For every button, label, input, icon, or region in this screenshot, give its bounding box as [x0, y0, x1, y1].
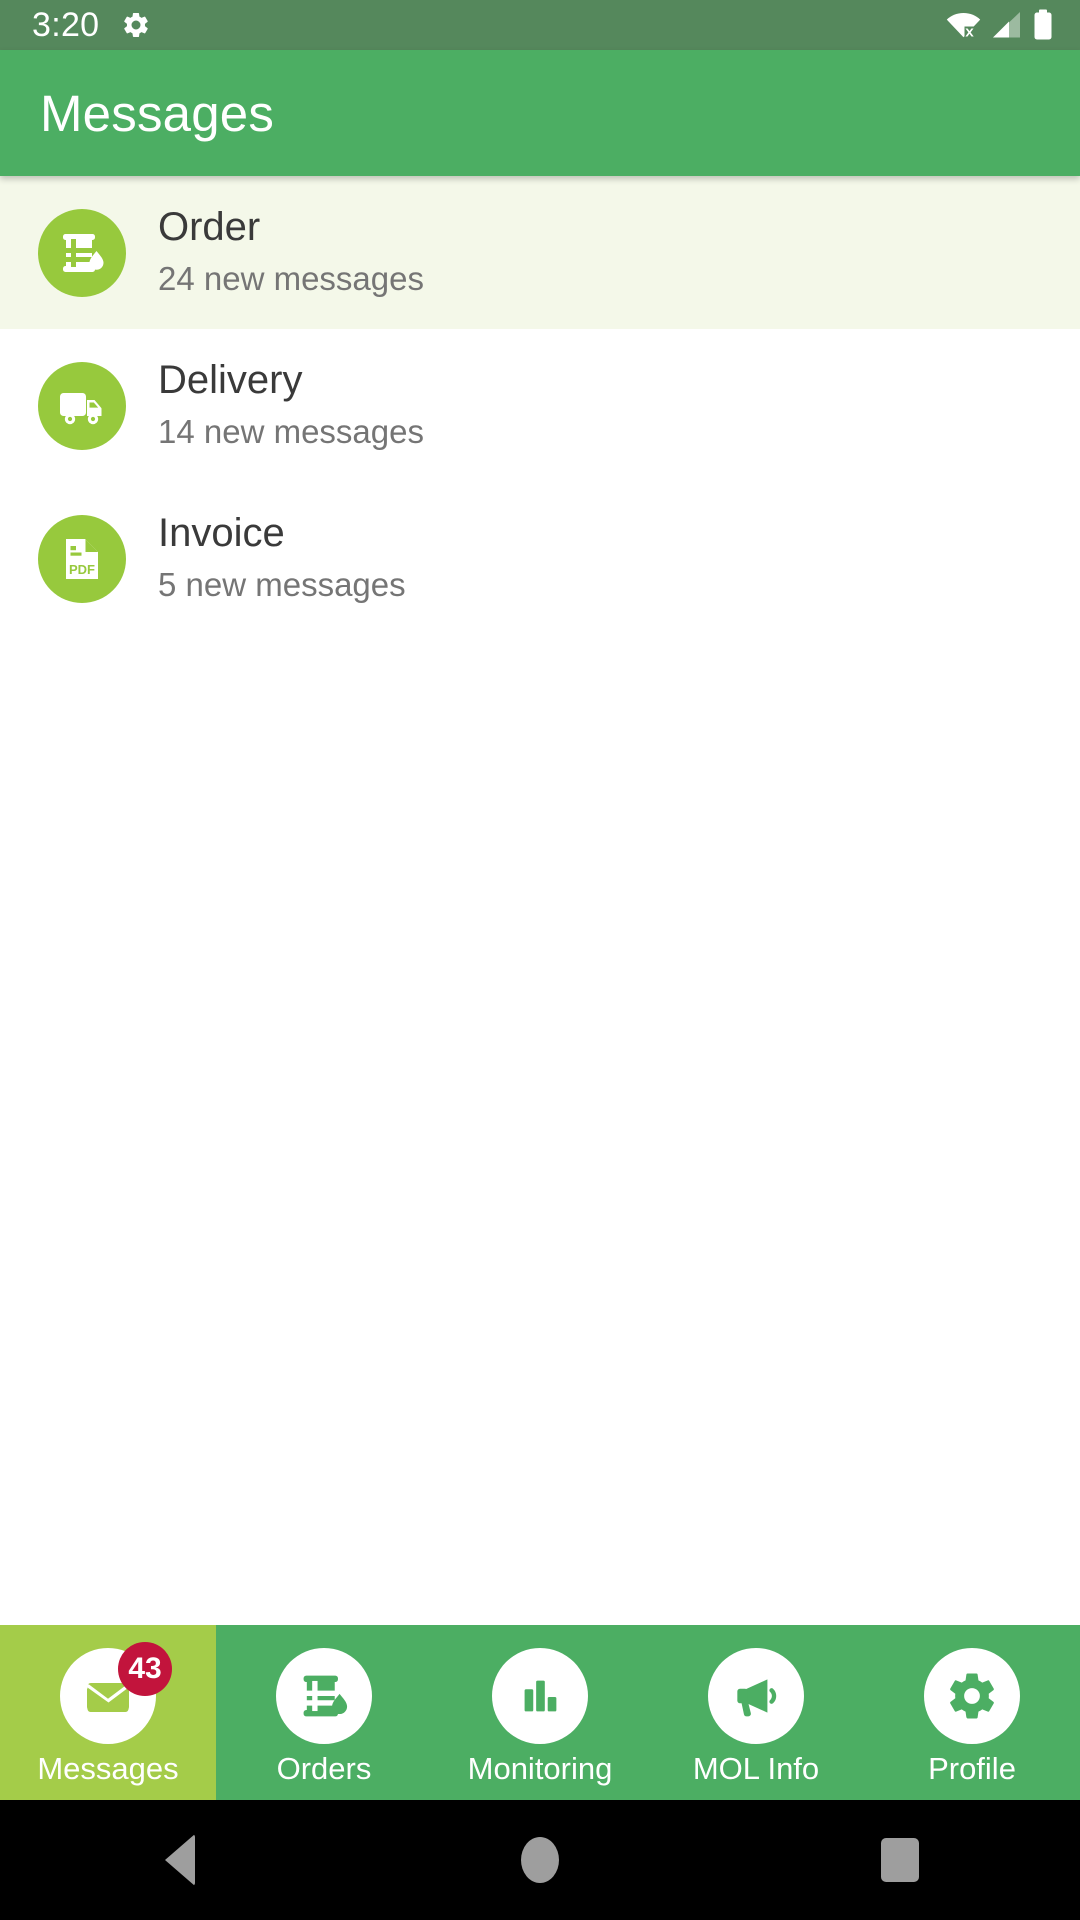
- nav-item-mol-info[interactable]: MOL Info: [648, 1625, 864, 1800]
- delivery-avatar: [38, 361, 126, 450]
- system-home-button[interactable]: [450, 1800, 630, 1920]
- recents-square-icon: [881, 1838, 919, 1882]
- list-item-delivery[interactable]: Delivery 14 new messages: [0, 329, 1080, 482]
- orders-icon-circle: [276, 1647, 372, 1744]
- page-title: Messages: [40, 84, 275, 142]
- list-item-subtitle: 24 new messages: [158, 259, 424, 297]
- system-recents-button[interactable]: [810, 1800, 990, 1920]
- status-clock: 3:20: [32, 6, 100, 44]
- nav-label-messages: Messages: [37, 1750, 179, 1786]
- list-item-title: Invoice: [158, 511, 285, 556]
- battery-full-icon: [1034, 9, 1052, 40]
- wifi-no-connection-icon: [946, 13, 981, 40]
- mol-info-icon-circle: [708, 1647, 804, 1744]
- order-text: Order 24 new messages: [158, 204, 424, 300]
- list-item-title: Order: [158, 205, 261, 250]
- back-triangle-icon: [165, 1834, 195, 1886]
- bar-chart-icon: [524, 1680, 557, 1711]
- status-left-icons: [121, 10, 151, 40]
- status-right-icons: [946, 9, 1054, 41]
- delivery-text: Delivery 14 new messages: [158, 357, 424, 453]
- monitoring-icon-circle: [492, 1647, 588, 1744]
- gear-icon: [950, 1673, 994, 1718]
- oil-barrel-droplet-icon: [303, 1675, 348, 1716]
- svg-text:PDF: PDF: [69, 562, 95, 577]
- invoice-avatar: PDF: [38, 514, 126, 603]
- orders-icon-wrap: [276, 1647, 372, 1744]
- nav-item-profile[interactable]: Profile: [864, 1625, 1080, 1800]
- list-item-order[interactable]: Order 24 new messages: [0, 176, 1080, 329]
- list-item-invoice[interactable]: PDF Invoice 5 new messages: [0, 482, 1080, 635]
- mol-info-icon-wrap: [708, 1647, 804, 1744]
- bottom-navigation: 43 Messages Orders Monitoring MOL Info P…: [0, 1625, 1080, 1800]
- invoice-text: Invoice 5 new messages: [158, 510, 406, 606]
- messages-icon-wrap: 43: [60, 1641, 172, 1744]
- monitoring-icon-wrap: [492, 1647, 588, 1744]
- messages-badge: 43: [118, 1641, 172, 1696]
- delivery-truck-icon: [60, 392, 102, 424]
- nav-label-mol-info: MOL Info: [692, 1750, 820, 1786]
- status-bar: 3:20: [0, 0, 1080, 50]
- list-item-subtitle: 14 new messages: [158, 412, 424, 450]
- nav-label-monitoring: Monitoring: [467, 1750, 613, 1786]
- android-system-nav: [0, 1800, 1080, 1920]
- nav-label-orders: Orders: [276, 1750, 372, 1786]
- oil-barrel-droplet-icon: [63, 233, 104, 272]
- nav-item-messages[interactable]: 43 Messages: [0, 1625, 216, 1800]
- home-circle-icon: [521, 1837, 559, 1883]
- order-avatar: [38, 208, 126, 297]
- megaphone-icon: [737, 1678, 777, 1716]
- list-item-title: Delivery: [158, 358, 303, 403]
- nav-item-orders[interactable]: Orders: [216, 1625, 432, 1800]
- gear-icon: [124, 12, 149, 38]
- phone-screen: 3:20 Messages Order 24 new messages Deli…: [0, 0, 1080, 1920]
- profile-icon-circle: [924, 1647, 1020, 1744]
- cellular-signal-icon: [993, 12, 1020, 38]
- pdf-document-icon: PDF: [66, 538, 98, 579]
- nav-item-monitoring[interactable]: Monitoring: [432, 1625, 648, 1800]
- app-bar: Messages: [0, 50, 1080, 176]
- nav-label-profile: Profile: [928, 1750, 1016, 1786]
- profile-icon-wrap: [924, 1647, 1020, 1744]
- list-item-subtitle: 5 new messages: [158, 565, 406, 603]
- system-back-button[interactable]: [90, 1800, 270, 1920]
- messages-list: Order 24 new messages Delivery 14 new me…: [0, 176, 1080, 1625]
